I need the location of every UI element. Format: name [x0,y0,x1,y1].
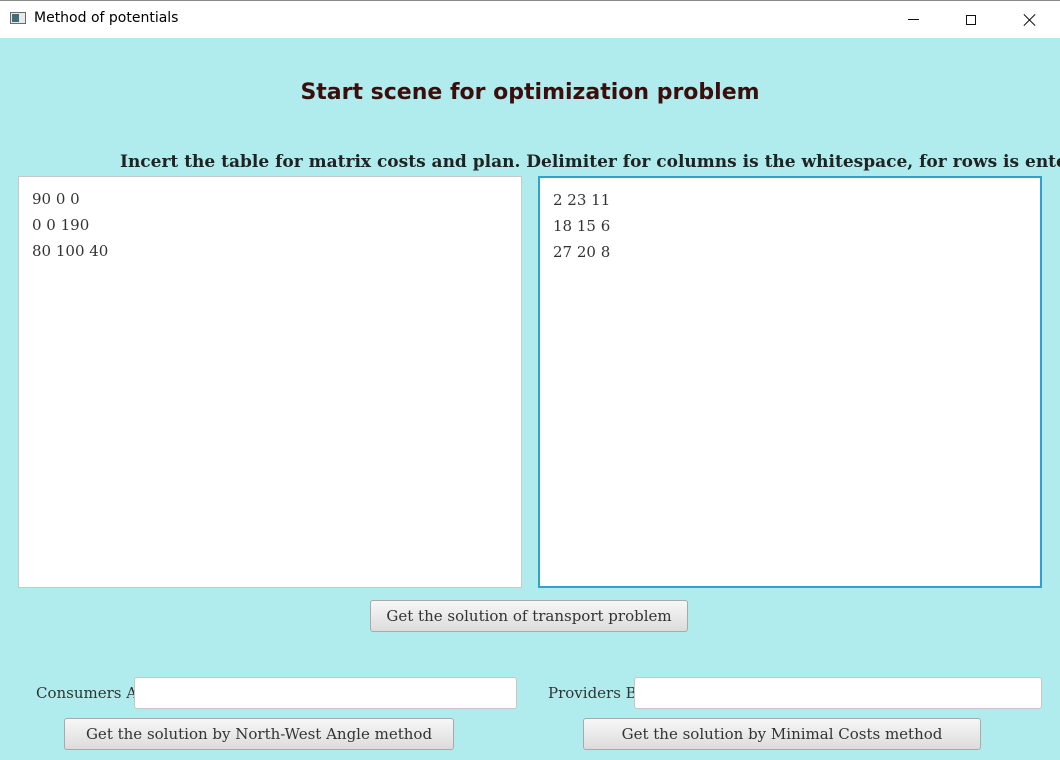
window-title: Method of potentials [34,10,179,26]
textarea-line: 80 100 40 [32,242,109,260]
minimize-button[interactable] [884,1,942,38]
page-title: Start scene for optimization problem [300,80,760,105]
plan-matrix-textarea[interactable]: 90 0 0 0 0 190 80 100 40 [18,176,522,588]
textarea-line: 27 20 8 [553,243,611,261]
app-icon [10,12,26,24]
north-west-method-button[interactable]: Get the solution by North-West Angle met… [64,718,454,750]
maximize-icon [966,14,976,25]
consumers-input[interactable] [134,677,517,709]
instruction-text: Incert the table for matrix costs and pl… [120,152,1060,172]
window-titlebar: Method of potentials [0,0,1060,38]
costs-matrix-textarea[interactable]: 2 23 11 18 15 6 27 20 8 [538,176,1042,588]
consumers-label: Consumers A [36,684,138,702]
solve-transport-button[interactable]: Get the solution of transport problem [370,600,688,632]
close-button[interactable] [1001,1,1059,38]
textarea-line: 2 23 11 [553,191,611,209]
close-icon [1023,13,1037,27]
textarea-line: 18 15 6 [553,217,611,235]
providers-label: Providers B [548,684,637,702]
textarea-line: 0 0 190 [32,216,90,234]
minimal-costs-method-button[interactable]: Get the solution by Minimal Costs method [583,718,981,750]
maximize-button[interactable] [942,1,1000,38]
minimize-icon [907,19,919,20]
textarea-line: 90 0 0 [32,190,80,208]
providers-input[interactable] [634,677,1042,709]
